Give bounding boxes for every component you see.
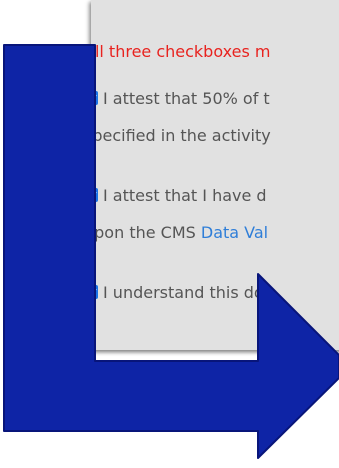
screenshot-stage: All three checkboxes m I attest that 50%… <box>0 0 339 468</box>
annotation-arrow-icon <box>3 44 339 459</box>
